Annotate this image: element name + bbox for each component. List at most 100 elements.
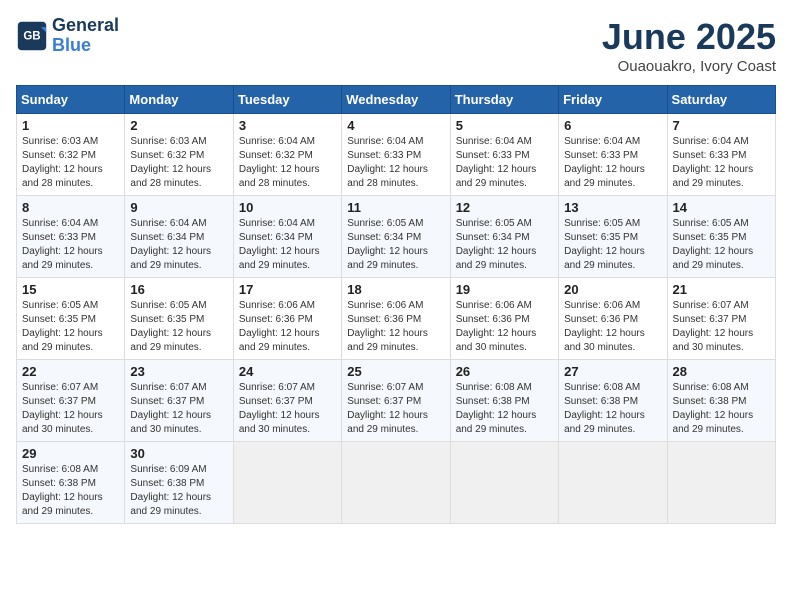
calendar-table: SundayMondayTuesdayWednesdayThursdayFrid… <box>16 85 776 524</box>
page-header: GB GeneralBlue June 2025 Ouaouakro, Ivor… <box>16 16 776 75</box>
calendar-day-cell: 17 Sunrise: 6:06 AMSunset: 6:36 PMDayligh… <box>233 278 341 360</box>
calendar-day-cell: 22Sunrise: 6:07 AMSunset: 6:37 PMDayligh… <box>17 360 125 442</box>
day-number: 2 <box>130 118 227 133</box>
day-info: Sunrise: 6:04 AMSunset: 6:32 PMDaylight:… <box>239 135 336 191</box>
calendar-day-cell <box>233 442 341 524</box>
calendar-day-cell: 27 Sunrise: 6:08 AMSunset: 6:38 PMDayligh… <box>559 360 667 442</box>
day-info: Sunrise: 6:05 AMSunset: 6:34 PMDaylight:… <box>347 217 444 273</box>
calendar-day-cell: 21 Sunrise: 6:07 AMSunset: 6:37 PMDayligh… <box>667 278 775 360</box>
calendar-day-cell: 5Sunrise: 6:04 AMSunset: 6:33 PMDaylight… <box>450 114 558 196</box>
weekday-header-cell: Saturday <box>667 86 775 114</box>
calendar-day-cell: 29 Sunrise: 6:08 AMSunset: 6:38 PMDayligh… <box>17 442 125 524</box>
weekday-header-cell: Sunday <box>17 86 125 114</box>
day-number: 11 <box>347 200 444 215</box>
weekday-header-cell: Friday <box>559 86 667 114</box>
day-info: Sunrise: 6:04 AMSunset: 6:34 PMDaylight:… <box>239 217 336 273</box>
day-number: 8 <box>22 200 119 215</box>
day-info: Sunrise: 6:04 AMSunset: 6:33 PMDaylight:… <box>347 135 444 191</box>
day-info: Sunrise: 6:05 AMSunset: 6:35 PMDaylight:… <box>22 299 119 355</box>
calendar-day-cell: 12Sunrise: 6:05 AMSunset: 6:34 PMDayligh… <box>450 196 558 278</box>
day-info: Sunrise: 6:06 AMSunset: 6:36 PMDaylight:… <box>564 299 661 355</box>
day-info: Sunrise: 6:06 AMSunset: 6:36 PMDaylight:… <box>456 299 553 355</box>
logo-icon: GB <box>16 20 48 52</box>
calendar-day-cell: 2 Sunrise: 6:03 AMSunset: 6:32 PMDaylight… <box>125 114 233 196</box>
day-number: 3 <box>239 118 336 133</box>
calendar-day-cell: 6 Sunrise: 6:04 AMSunset: 6:33 PMDaylight… <box>559 114 667 196</box>
day-number: 17 <box>239 282 336 297</box>
calendar-day-cell: 20Sunrise: 6:06 AMSunset: 6:36 PMDayligh… <box>559 278 667 360</box>
day-info: Sunrise: 6:08 AMSunset: 6:38 PMDaylight:… <box>22 463 119 519</box>
day-info: Sunrise: 6:03 AMSunset: 6:32 PMDaylight:… <box>130 135 227 191</box>
calendar-header-row: SundayMondayTuesdayWednesdayThursdayFrid… <box>17 86 776 114</box>
calendar-day-cell: 15Sunrise: 6:05 AMSunset: 6:35 PMDayligh… <box>17 278 125 360</box>
day-number: 10 <box>239 200 336 215</box>
day-number: 1 <box>22 118 119 133</box>
day-number: 21 <box>673 282 770 297</box>
day-number: 29 <box>22 446 119 461</box>
day-info: Sunrise: 6:04 AMSunset: 6:34 PMDaylight:… <box>130 217 227 273</box>
calendar-day-cell: 14Sunrise: 6:05 AMSunset: 6:35 PMDayligh… <box>667 196 775 278</box>
calendar-day-cell: 26 Sunrise: 6:08 AMSunset: 6:38 PMDayligh… <box>450 360 558 442</box>
weekday-header-cell: Tuesday <box>233 86 341 114</box>
calendar-day-cell: 24Sunrise: 6:07 AMSunset: 6:37 PMDayligh… <box>233 360 341 442</box>
location: Ouaouakro, Ivory Coast <box>602 58 776 75</box>
day-info: Sunrise: 6:07 AMSunset: 6:37 PMDaylight:… <box>22 381 119 437</box>
day-info: Sunrise: 6:09 AMSunset: 6:38 PMDaylight:… <box>130 463 227 519</box>
day-info: Sunrise: 6:07 AMSunset: 6:37 PMDaylight:… <box>673 299 770 355</box>
calendar-day-cell <box>342 442 450 524</box>
calendar-day-cell <box>450 442 558 524</box>
calendar-body: 1 Sunrise: 6:03 AMSunset: 6:32 PMDaylight… <box>17 114 776 524</box>
day-number: 23 <box>130 364 227 379</box>
calendar-day-cell: 13Sunrise: 6:05 AMSunset: 6:35 PMDayligh… <box>559 196 667 278</box>
day-number: 30 <box>130 446 227 461</box>
calendar-day-cell: 7 Sunrise: 6:04 AMSunset: 6:33 PMDaylight… <box>667 114 775 196</box>
day-info: Sunrise: 6:08 AMSunset: 6:38 PMDaylight:… <box>456 381 553 437</box>
calendar-day-cell: 3 Sunrise: 6:04 AMSunset: 6:32 PMDaylight… <box>233 114 341 196</box>
calendar-day-cell <box>667 442 775 524</box>
calendar-week-row: 22Sunrise: 6:07 AMSunset: 6:37 PMDayligh… <box>17 360 776 442</box>
day-info: Sunrise: 6:05 AMSunset: 6:35 PMDaylight:… <box>564 217 661 273</box>
day-info: Sunrise: 6:04 AMSunset: 6:33 PMDaylight:… <box>564 135 661 191</box>
calendar-week-row: 29 Sunrise: 6:08 AMSunset: 6:38 PMDayligh… <box>17 442 776 524</box>
day-number: 12 <box>456 200 553 215</box>
calendar-day-cell: 23 Sunrise: 6:07 AMSunset: 6:37 PMDayligh… <box>125 360 233 442</box>
day-info: Sunrise: 6:06 AMSunset: 6:36 PMDaylight:… <box>239 299 336 355</box>
day-info: Sunrise: 6:07 AMSunset: 6:37 PMDaylight:… <box>347 381 444 437</box>
day-number: 6 <box>564 118 661 133</box>
calendar-day-cell: 11 Sunrise: 6:05 AMSunset: 6:34 PMDayligh… <box>342 196 450 278</box>
day-number: 7 <box>673 118 770 133</box>
calendar-week-row: 1 Sunrise: 6:03 AMSunset: 6:32 PMDaylight… <box>17 114 776 196</box>
day-info: Sunrise: 6:04 AMSunset: 6:33 PMDaylight:… <box>673 135 770 191</box>
day-number: 4 <box>347 118 444 133</box>
calendar-week-row: 15Sunrise: 6:05 AMSunset: 6:35 PMDayligh… <box>17 278 776 360</box>
day-info: Sunrise: 6:04 AMSunset: 6:33 PMDaylight:… <box>22 217 119 273</box>
calendar-day-cell: 1 Sunrise: 6:03 AMSunset: 6:32 PMDaylight… <box>17 114 125 196</box>
day-info: Sunrise: 6:07 AMSunset: 6:37 PMDaylight:… <box>130 381 227 437</box>
calendar-day-cell <box>559 442 667 524</box>
calendar-day-cell: 19 Sunrise: 6:06 AMSunset: 6:36 PMDayligh… <box>450 278 558 360</box>
calendar-day-cell: 16Sunrise: 6:05 AMSunset: 6:35 PMDayligh… <box>125 278 233 360</box>
logo: GB GeneralBlue <box>16 16 119 56</box>
day-number: 18 <box>347 282 444 297</box>
day-number: 27 <box>564 364 661 379</box>
day-number: 9 <box>130 200 227 215</box>
day-info: Sunrise: 6:08 AMSunset: 6:38 PMDaylight:… <box>564 381 661 437</box>
day-number: 24 <box>239 364 336 379</box>
weekday-header-cell: Monday <box>125 86 233 114</box>
calendar-day-cell: 28 Sunrise: 6:08 AMSunset: 6:38 PMDayligh… <box>667 360 775 442</box>
day-info: Sunrise: 6:04 AMSunset: 6:33 PMDaylight:… <box>456 135 553 191</box>
svg-text:GB: GB <box>23 30 40 42</box>
day-number: 19 <box>456 282 553 297</box>
calendar-day-cell: 10 Sunrise: 6:04 AMSunset: 6:34 PMDayligh… <box>233 196 341 278</box>
calendar-day-cell: 4 Sunrise: 6:04 AMSunset: 6:33 PMDaylight… <box>342 114 450 196</box>
day-info: Sunrise: 6:08 AMSunset: 6:38 PMDaylight:… <box>673 381 770 437</box>
title-block: June 2025 Ouaouakro, Ivory Coast <box>602 16 776 75</box>
weekday-header-cell: Thursday <box>450 86 558 114</box>
calendar-day-cell: 18Sunrise: 6:06 AMSunset: 6:36 PMDayligh… <box>342 278 450 360</box>
calendar-day-cell: 8 Sunrise: 6:04 AMSunset: 6:33 PMDaylight… <box>17 196 125 278</box>
day-number: 16 <box>130 282 227 297</box>
day-info: Sunrise: 6:03 AMSunset: 6:32 PMDaylight:… <box>22 135 119 191</box>
calendar-week-row: 8 Sunrise: 6:04 AMSunset: 6:33 PMDaylight… <box>17 196 776 278</box>
day-number: 26 <box>456 364 553 379</box>
day-number: 28 <box>673 364 770 379</box>
